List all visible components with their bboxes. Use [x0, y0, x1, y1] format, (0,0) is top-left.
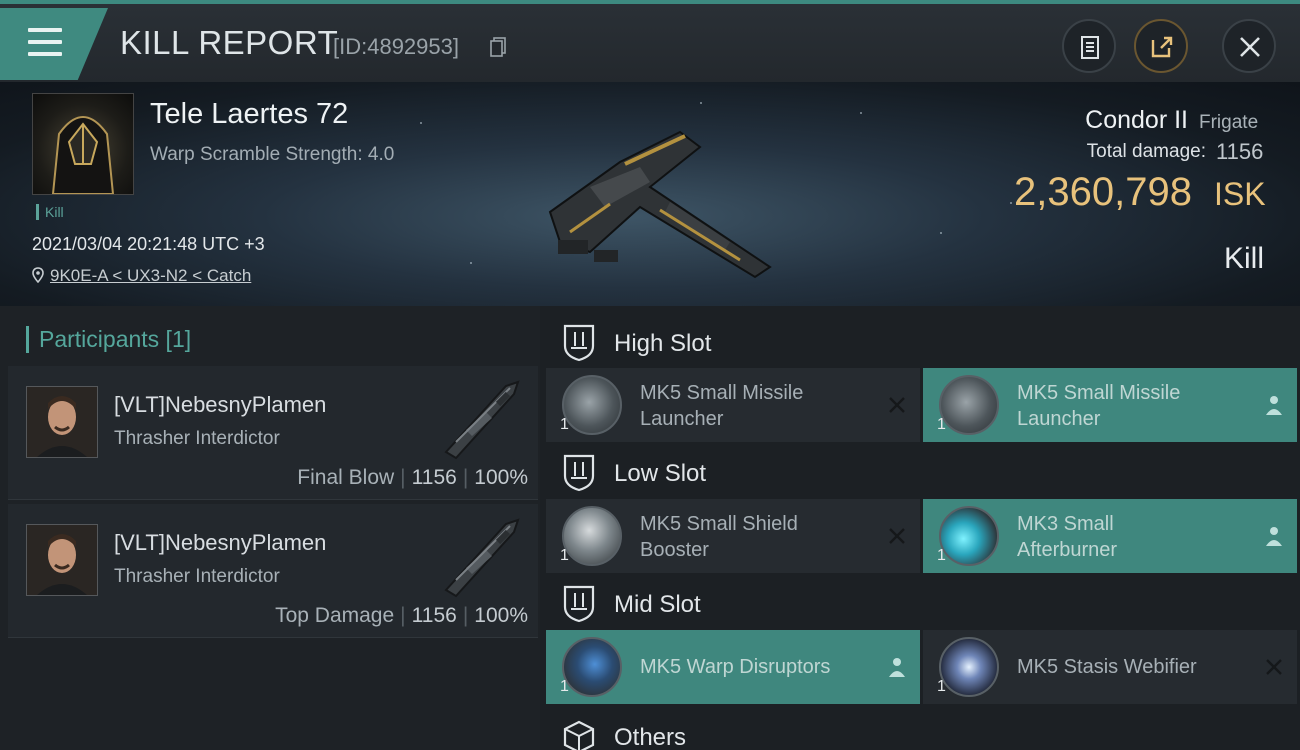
- share-button[interactable]: [1134, 19, 1188, 73]
- shield-slot-icon: [563, 585, 595, 623]
- victim-ship-image: [548, 130, 772, 279]
- avatar: [26, 386, 98, 458]
- module-qty: 1: [937, 678, 946, 695]
- location-link[interactable]: 9K0E-A < UX3-N2 < Catch: [32, 266, 251, 286]
- module-name-line: Launcher: [640, 408, 724, 430]
- module-card[interactable]: 1 MK5 Small Missile Launcher: [546, 368, 920, 442]
- participant-ship-image: [444, 380, 520, 460]
- person-icon: [1266, 527, 1282, 546]
- ship-name: Condor II: [1085, 106, 1188, 134]
- isk-unit: ISK: [1214, 176, 1266, 212]
- module-name: MK5 Stasis Webifier: [1017, 656, 1197, 678]
- location-text[interactable]: 9K0E-A < UX3-N2 < Catch: [50, 266, 251, 285]
- victim-name: Tele Laertes 72: [150, 98, 349, 130]
- x-icon: [1266, 659, 1282, 675]
- share-icon: [1151, 36, 1173, 58]
- module-card[interactable]: 1 MK5 Stasis Webifier: [923, 630, 1297, 704]
- kill-tag: Kill: [36, 204, 64, 220]
- participants-header: Participants [1]: [26, 326, 191, 353]
- module-qty: 1: [937, 416, 946, 433]
- participants-panel: Participants [1] [VLT]NebesnyPlamen Thra…: [0, 306, 540, 750]
- cube-icon: [563, 720, 595, 750]
- module-name: MK5 Small Shield Booster: [640, 511, 860, 563]
- location-pin-icon: [32, 267, 44, 284]
- participant-stats: Top Damage | 1156 | 100%: [275, 604, 528, 627]
- module-card[interactable]: 1 MK5 Warp Disruptors: [546, 630, 920, 704]
- module-name-line: Launcher: [1017, 408, 1101, 430]
- module-qty: 1: [937, 547, 946, 564]
- copy-icon[interactable]: [490, 37, 506, 57]
- missile-launcher-icon: [562, 375, 622, 435]
- participant-row[interactable]: [VLT]NebesnyPlamen Thrasher Interdictor …: [8, 504, 538, 638]
- shield-slot-icon: [563, 324, 595, 362]
- combat-log-button[interactable]: [1062, 19, 1116, 73]
- person-icon: [889, 658, 905, 677]
- result-label: Kill: [1223, 242, 1264, 275]
- module-qty: 1: [560, 547, 569, 564]
- participant-percent: 100%: [474, 604, 528, 627]
- menu-button[interactable]: [0, 8, 108, 80]
- participant-role: Top Damage: [275, 604, 395, 627]
- victim-portrait[interactable]: [32, 93, 134, 195]
- module-name-line: MK5 Small Missile: [1017, 382, 1181, 404]
- victim-summary: Tele Laertes 72 Warp Scramble Strength: …: [0, 82, 1300, 306]
- close-button[interactable]: [1222, 19, 1276, 73]
- mid-slot-label: Mid Slot: [614, 591, 701, 618]
- isk-value: 2,360,798: [1014, 170, 1192, 214]
- menu-icon: [28, 28, 62, 56]
- module-name-line: MK3 Small: [1017, 513, 1114, 535]
- participant-role: Final Blow: [297, 466, 395, 489]
- shield-slot-icon: [563, 454, 595, 492]
- person-icon: [1266, 396, 1282, 415]
- x-icon: [889, 528, 905, 544]
- ship-class: Frigate: [1199, 112, 1259, 133]
- top-bar: KILL REPORT [ID:4892953]: [0, 0, 1300, 82]
- module-name-line: MK5 Small Shield: [640, 513, 798, 535]
- page-title: KILL REPORT: [120, 24, 339, 61]
- module-card[interactable]: 1 MK5 Small Shield Booster: [546, 499, 920, 573]
- avatar: [26, 524, 98, 596]
- victim-stat: Warp Scramble Strength: 4.0: [150, 144, 395, 165]
- fittings-panel: High Slot 1 MK5 Small Missile Launcher 1 …: [540, 306, 1300, 750]
- close-icon: [1240, 37, 1260, 57]
- module-name: MK3 Small Afterburner: [1017, 511, 1237, 563]
- afterburner-icon: [939, 506, 999, 566]
- module-qty: 1: [560, 678, 569, 695]
- module-name: MK5 Warp Disruptors: [640, 656, 831, 678]
- shield-booster-icon: [562, 506, 622, 566]
- participant-damage: 1156: [411, 466, 457, 489]
- participant-ship: Thrasher Interdictor: [114, 428, 280, 449]
- total-damage-value: 1156: [1216, 139, 1264, 164]
- module-name: MK5 Small Missile Launcher: [640, 380, 860, 432]
- module-card[interactable]: 1 MK3 Small Afterburner: [923, 499, 1297, 573]
- total-damage-label: Total damage:: [1086, 141, 1206, 162]
- module-qty: 1: [560, 416, 569, 433]
- participant-name: [VLT]NebesnyPlamen: [114, 530, 327, 555]
- participant-percent: 100%: [474, 466, 528, 489]
- participant-stats: Final Blow | 1156 | 100%: [297, 466, 528, 489]
- x-icon: [889, 397, 905, 413]
- module-name: MK5 Small Missile Launcher: [1017, 380, 1237, 432]
- clipboard-icon: [1081, 36, 1099, 59]
- participant-row[interactable]: [VLT]NebesnyPlamen Thrasher Interdictor …: [8, 366, 538, 500]
- low-slot-label: Low Slot: [614, 460, 707, 487]
- stasis-webifier-icon: [939, 637, 999, 697]
- participant-damage: 1156: [411, 604, 457, 627]
- module-name-line: Booster: [640, 539, 709, 561]
- warp-disruptor-icon: [562, 637, 622, 697]
- report-id: [ID:4892953]: [333, 34, 459, 59]
- participant-name: [VLT]NebesnyPlamen: [114, 392, 327, 417]
- timestamp: 2021/03/04 20:21:48 UTC +3: [32, 234, 265, 254]
- participant-ship-image: [444, 518, 520, 598]
- module-name-line: MK5 Small Missile: [640, 382, 804, 404]
- others-label: Others: [614, 724, 687, 750]
- missile-launcher-icon: [939, 375, 999, 435]
- module-card[interactable]: 1 MK5 Small Missile Launcher: [923, 368, 1297, 442]
- high-slot-label: High Slot: [614, 330, 712, 357]
- participant-ship: Thrasher Interdictor: [114, 566, 280, 587]
- module-name-line: Afterburner: [1017, 539, 1118, 561]
